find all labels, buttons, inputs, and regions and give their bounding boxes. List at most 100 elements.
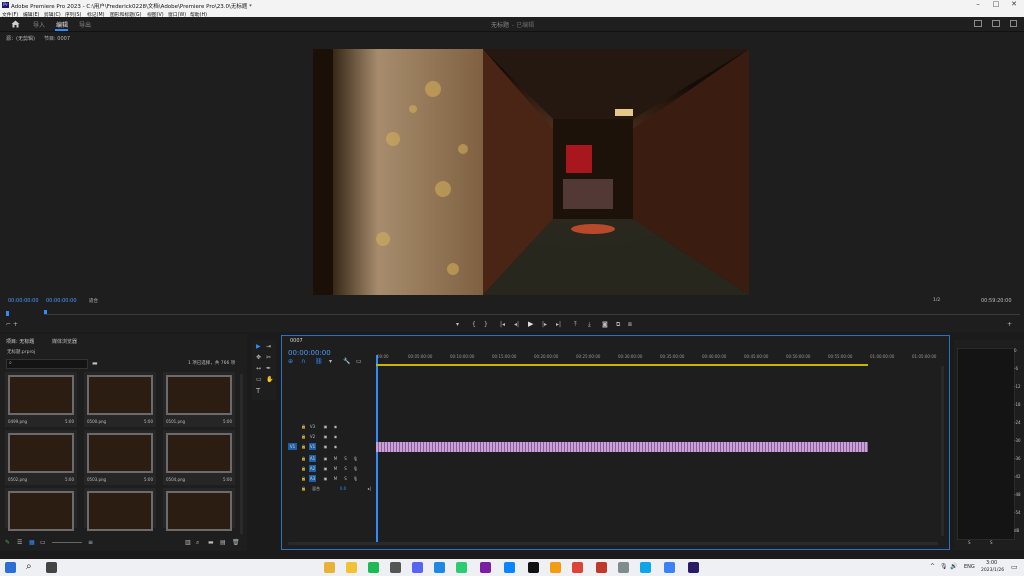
new-bin-icon[interactable]: ▬ [92, 360, 98, 367]
clock-date[interactable]: 2023/1/26 [981, 568, 1004, 573]
microphone-icon[interactable]: 🎙 [352, 455, 359, 462]
clip-thumbnail[interactable] [5, 488, 77, 531]
icon-view-icon[interactable]: ▦ [29, 539, 35, 546]
edge-icon[interactable] [640, 562, 651, 573]
tab-edit[interactable]: 编辑 [56, 20, 68, 29]
sort-icon[interactable]: ≡ [88, 539, 93, 546]
sync-icon[interactable]: ▣ [322, 465, 329, 472]
play-button[interactable]: ▶ [528, 320, 533, 328]
track-select-tool-icon[interactable]: ⇥ [266, 343, 271, 350]
button-editor-icon[interactable]: + [1007, 321, 1012, 328]
razor-tool-icon[interactable]: ✂ [266, 354, 271, 361]
step-back-button[interactable]: ◂| [514, 321, 519, 328]
mark-out-button[interactable]: } [484, 321, 488, 328]
language-indicator[interactable]: ENG [964, 564, 975, 570]
tab-project[interactable]: 项目: 无标题 [6, 338, 34, 345]
mute-button[interactable]: M [332, 455, 339, 462]
sync-icon[interactable]: ▣ [322, 423, 329, 430]
type-tool-icon[interactable]: T [256, 387, 260, 395]
source-patch-v1[interactable]: V1 [288, 443, 297, 450]
search-icon[interactable]: ⌕ [26, 561, 32, 572]
app-icon[interactable] [480, 562, 491, 573]
notification-icon[interactable]: ▭ [1011, 563, 1018, 571]
home-icon[interactable] [11, 20, 20, 28]
track-label[interactable]: A3 [309, 475, 316, 482]
new-bin-footer-icon[interactable]: ▬ [208, 539, 214, 546]
rectangle-tool-icon[interactable]: ▭ [256, 376, 262, 383]
lock-icon[interactable]: 🔒 [300, 475, 307, 482]
mute-button[interactable]: M [332, 465, 339, 472]
lock-icon[interactable]: 🔒 [300, 455, 307, 462]
microphone-tray-icon[interactable]: 🎙 [940, 563, 948, 570]
slip-tool-icon[interactable]: ↔ [256, 365, 261, 372]
speaker-icon[interactable]: 🔊 [950, 563, 957, 570]
sequence-tab[interactable]: 0007 [290, 338, 303, 344]
file-explorer-icon[interactable] [324, 562, 335, 573]
lock-icon[interactable]: 🔒 [300, 465, 307, 472]
clip-thumbnail[interactable]: 0502.png 5:00 [5, 430, 77, 485]
app-icon[interactable] [368, 562, 379, 573]
snap-icon[interactable]: ∩ [301, 358, 305, 365]
zoom-slider[interactable] [52, 542, 82, 543]
quick-export-icon[interactable] [992, 20, 1000, 27]
go-to-out-button[interactable]: ▸| [556, 321, 561, 328]
pencil-icon[interactable]: ✎ [5, 539, 10, 546]
step-forward-button[interactable]: |▸ [542, 321, 547, 328]
app-icon[interactable] [456, 562, 467, 573]
sync-icon[interactable]: ▣ [322, 455, 329, 462]
close-icon[interactable]: ✕ [1005, 0, 1023, 9]
app-icon[interactable] [346, 562, 357, 573]
video-clip-sequence[interactable] [376, 442, 868, 452]
settings-icon[interactable] [618, 562, 629, 573]
tab-media-browser[interactable]: 媒体浏览器 [52, 338, 77, 345]
ripple-edit-tool-icon[interactable]: ✥ [256, 354, 261, 361]
maximize-icon[interactable]: □ [987, 0, 1005, 9]
add-marker-button[interactable]: ▾ [456, 321, 459, 328]
wrench-icon[interactable]: 🔧 [343, 358, 350, 365]
trim-button[interactable]: ⧈ [628, 321, 632, 329]
freeform-view-icon[interactable]: ▭ [40, 539, 46, 546]
tray-chevron-icon[interactable]: ^ [930, 563, 935, 570]
selection-tool-icon[interactable]: ▶ [256, 343, 261, 350]
blender-icon[interactable] [550, 562, 561, 573]
app-icon[interactable] [434, 562, 445, 573]
solo-button[interactable]: S [342, 465, 349, 472]
automate-icon[interactable]: ▥ [185, 539, 191, 546]
program-scrub-bar[interactable] [44, 314, 1020, 315]
add-marker-icon[interactable]: ⌐ + [6, 321, 18, 328]
fullscreen-icon[interactable] [1010, 20, 1017, 27]
track-label[interactable]: V1 [309, 443, 316, 450]
program-timecode[interactable]: 00:00:00:00 [46, 298, 77, 304]
eye-icon[interactable]: ◉ [332, 433, 339, 440]
project-search-input[interactable]: ⌕ [6, 359, 88, 369]
timeline-timecode[interactable]: 00:00:00:00 [288, 349, 331, 357]
wps-icon[interactable] [596, 562, 607, 573]
clip-thumbnail[interactable]: 0501.png 5:00 [163, 372, 235, 427]
list-view-icon[interactable]: ☰ [17, 539, 22, 546]
extract-button[interactable]: ⤓ [588, 321, 591, 329]
eye-icon[interactable]: ◉ [332, 423, 339, 430]
nest-toggle-icon[interactable]: ⊕ [288, 358, 293, 365]
clip-thumbnail[interactable]: 0500.png 5:00 [84, 372, 156, 427]
new-item-icon[interactable]: ▤ [220, 539, 226, 546]
clip-thumbnail[interactable] [163, 488, 235, 531]
mark-in-button[interactable]: { [472, 321, 476, 328]
mix-value[interactable]: 0.0 [337, 485, 349, 492]
lock-icon[interactable]: 🔒 [300, 423, 307, 430]
solo-left-button[interactable]: S [968, 540, 971, 545]
go-to-in-button[interactable]: |◂ [500, 321, 505, 328]
lock-icon[interactable]: 🔒 [300, 433, 307, 440]
sync-icon[interactable]: ▣ [322, 443, 329, 450]
lock-icon[interactable]: 🔒 [300, 485, 307, 492]
clip-thumbnail[interactable]: 0499.png 5:00 [5, 372, 77, 427]
premiere-taskbar-icon[interactable] [688, 562, 699, 573]
discord-icon[interactable] [412, 562, 423, 573]
eye-icon[interactable]: ◉ [332, 443, 339, 450]
work-area-bar[interactable] [376, 364, 868, 366]
clip-thumbnail[interactable]: 0503.png 5:00 [84, 430, 156, 485]
clip-thumbnail[interactable] [84, 488, 156, 531]
minimize-icon[interactable]: – [969, 0, 987, 9]
go-to-end-icon[interactable]: ▸| [366, 485, 373, 492]
workspace-icon[interactable] [974, 20, 982, 27]
lock-icon[interactable]: 🔒 [300, 443, 307, 450]
